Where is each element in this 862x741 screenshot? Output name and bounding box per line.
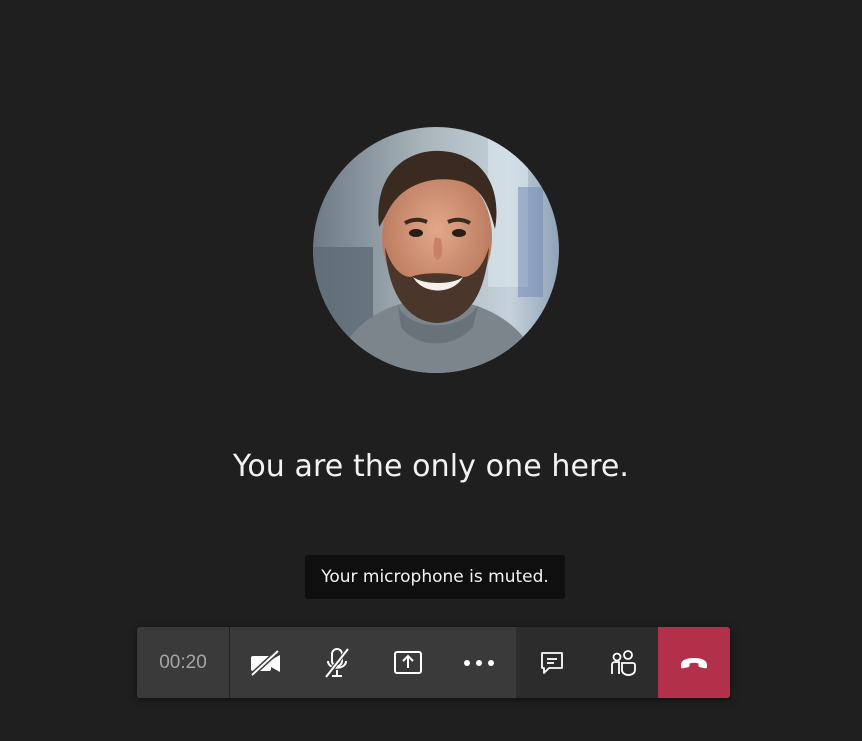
share-tray-icon (393, 650, 422, 674)
mic-muted-button[interactable] (301, 627, 372, 698)
participants-button[interactable] (587, 627, 658, 698)
call-timer: 00:20 (137, 627, 230, 698)
media-controls (230, 627, 516, 698)
mic-muted-tooltip: Your microphone is muted. (305, 555, 565, 599)
ellipsis-icon (463, 659, 494, 666)
camera-off-button[interactable] (230, 627, 301, 698)
call-toolbar: 00:20 (137, 627, 730, 698)
chat-icon (540, 651, 563, 674)
video-off-icon (249, 648, 280, 677)
hang-up-button[interactable] (658, 627, 730, 698)
chat-button[interactable] (516, 627, 587, 698)
status-message: You are the only one here. (232, 449, 630, 484)
more-actions-button[interactable] (443, 627, 514, 698)
meeting-stage: You are the only one here. Your micropho… (0, 0, 862, 741)
phone-hangup-icon (681, 657, 707, 668)
collaboration-controls (516, 627, 658, 698)
share-screen-button[interactable] (372, 627, 443, 698)
mic-off-icon (323, 647, 350, 678)
avatar (313, 127, 559, 373)
people-icon (610, 649, 636, 676)
